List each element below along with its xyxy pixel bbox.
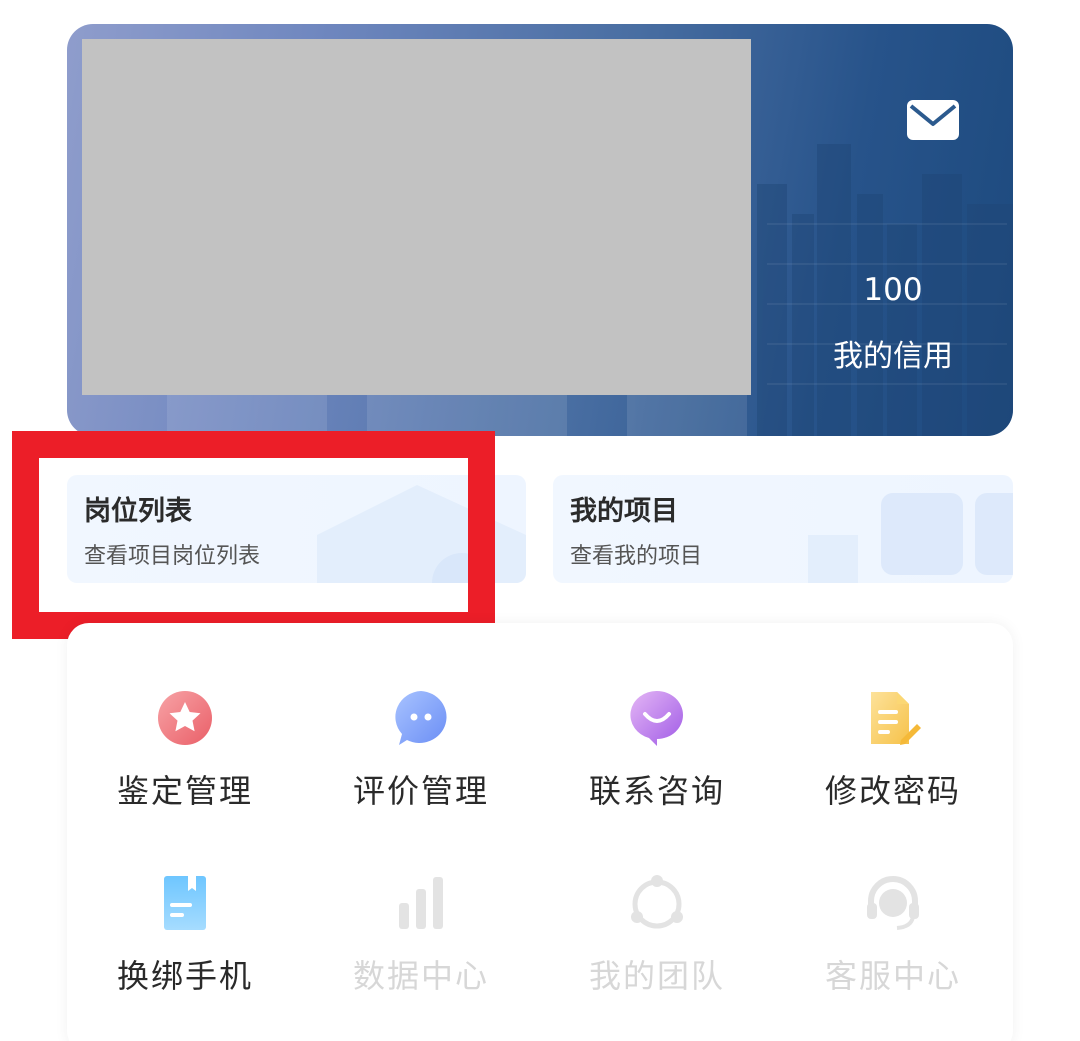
credit-score-label[interactable]: 我的信用 [819, 331, 967, 375]
menu-label: 换绑手机 [116, 957, 253, 995]
phone-card-icon [164, 876, 206, 930]
menu-label: 评价管理 [352, 772, 489, 810]
job-list-subtitle: 查看项目岗位列表 [84, 544, 261, 569]
edit-document-icon [871, 692, 921, 745]
menu-label: 我的团队 [588, 957, 725, 995]
menu-item-change-password[interactable]: 修改密码 [793, 688, 993, 838]
menu-item-evaluation[interactable]: 评价管理 [321, 688, 521, 838]
menu-label: 联系咨询 [588, 772, 725, 810]
headset-icon [867, 876, 919, 930]
bar-chart-icon [399, 877, 443, 929]
team-circle-icon [631, 875, 683, 929]
job-list-title: 岗位列表 [84, 496, 192, 527]
menu-label: 修改密码 [824, 772, 961, 810]
function-menu-card: 鉴定管理 评价管理 联系咨询 修改密码 换绑手机 数据中心 我的团队 客服中心 [67, 623, 1013, 1041]
profile-header-card: 100 我的信用 [67, 24, 1013, 436]
my-projects-card[interactable]: 我的项目 查看我的项目 [553, 475, 1013, 583]
profile-page: 100 我的信用 岗位列表 查看项目岗位列表 我的项目 查看我的项目 鉴定管理 … [0, 0, 1080, 1041]
job-list-card[interactable]: 岗位列表 查看项目岗位列表 [67, 475, 526, 583]
profile-info-redacted [82, 39, 751, 395]
menu-item-rebind-phone[interactable]: 换绑手机 [85, 873, 285, 1023]
star-badge-icon [158, 691, 212, 745]
menu-label: 数据中心 [352, 957, 489, 995]
my-projects-title: 我的项目 [570, 496, 678, 527]
menu-label: 客服中心 [824, 957, 961, 995]
credit-score-value[interactable]: 100 [827, 272, 959, 308]
smile-bubble-icon [630, 690, 683, 746]
mail-icon[interactable] [905, 98, 961, 142]
menu-item-appraisal[interactable]: 鉴定管理 [85, 688, 285, 838]
menu-item-my-team[interactable]: 我的团队 [557, 873, 757, 1023]
menu-label: 鉴定管理 [116, 772, 253, 810]
menu-item-consult[interactable]: 联系咨询 [557, 688, 757, 838]
menu-item-customer-service[interactable]: 客服中心 [793, 873, 993, 1023]
chat-bubble-icon [395, 691, 447, 745]
menu-item-data-center[interactable]: 数据中心 [321, 873, 521, 1023]
my-projects-subtitle: 查看我的项目 [570, 544, 703, 569]
